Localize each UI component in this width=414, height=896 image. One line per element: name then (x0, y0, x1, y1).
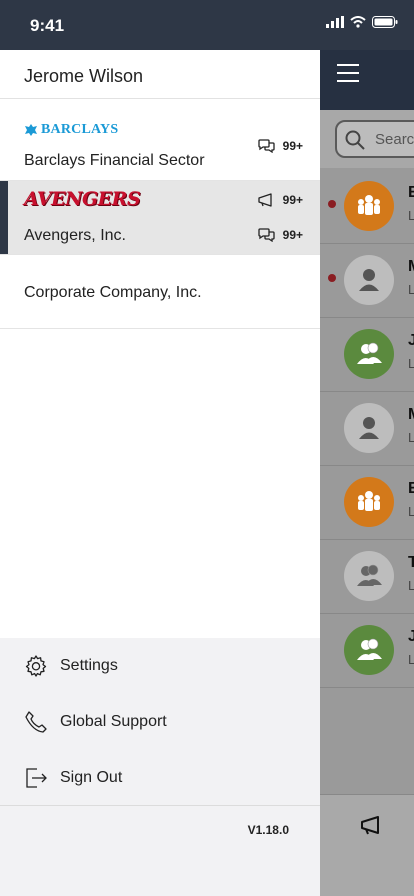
conversation-title: J (408, 628, 414, 645)
hamburger-menu-icon[interactable] (337, 64, 359, 84)
global-support-label: Global Support (60, 713, 167, 730)
pair-icon (344, 551, 394, 601)
app-footer (320, 794, 414, 896)
settings-button[interactable]: Settings (0, 638, 320, 694)
pair-icon (344, 625, 394, 675)
chat-count: 99+ (282, 139, 303, 153)
announcement-count-badge: 99+ (257, 193, 303, 207)
conversation-preview: L (408, 282, 414, 297)
conversation-row[interactable]: EL (320, 466, 414, 540)
conversation-row[interactable]: JL (320, 318, 414, 392)
status-time: 9:41 (30, 16, 65, 35)
company-name: Corporate Company, Inc. (24, 284, 202, 301)
drawer-user-name: Jerome Wilson (0, 50, 320, 99)
person-icon (344, 403, 394, 453)
sign-out-label: Sign Out (60, 769, 123, 786)
chat-bubbles-icon (257, 228, 275, 242)
search-area: Search (320, 110, 414, 168)
conversation-preview: L (408, 504, 414, 519)
divider (0, 805, 320, 806)
conversation-title: E (408, 480, 414, 497)
company-item-corporate[interactable]: Corporate Company, Inc. (0, 255, 320, 329)
search-placeholder: Search (375, 131, 414, 148)
group-icon (344, 477, 394, 527)
conversation-title: M (408, 258, 414, 276)
megaphone-icon[interactable] (360, 815, 386, 835)
conversation-title: M (408, 406, 414, 424)
barclays-logo: BARCLAYS (24, 122, 118, 138)
eagle-icon (25, 124, 37, 136)
global-support-button[interactable]: Global Support (0, 694, 320, 750)
conversation-preview: L (408, 430, 414, 445)
conversation-title: J (408, 332, 414, 349)
status-icons (326, 16, 398, 28)
barclays-logo-text: BARCLAYS (41, 122, 119, 137)
conversation-row[interactable]: EL (320, 170, 414, 244)
app-version: V1.18.0 (247, 823, 289, 837)
navigation-drawer: Jerome Wilson BARCLAYS 99+ Barclays Fina… (0, 50, 320, 896)
gear-icon (24, 654, 48, 678)
wifi-icon (350, 16, 366, 28)
search-icon (345, 130, 365, 150)
conversation-title: E (408, 184, 414, 201)
conversation-list: ELMLJLMLELTLJL (320, 170, 414, 688)
avengers-logo: AVENGERS (24, 188, 141, 210)
company-item-avengers[interactable]: AVENGERS 99+ 99+ Avengers, Inc. (0, 181, 320, 255)
active-indicator (0, 181, 8, 254)
status-bar: 9:41 (0, 0, 414, 50)
chat-bubbles-icon (257, 139, 275, 153)
chat-count-badge: 99+ (257, 228, 303, 242)
conversation-preview: L (408, 652, 414, 667)
chat-count: 99+ (282, 228, 303, 242)
conversation-preview: L (408, 208, 414, 223)
unread-dot (328, 274, 336, 282)
sign-out-icon (24, 766, 48, 790)
chat-count-badge: 99+ (257, 139, 303, 153)
settings-label: Settings (60, 657, 118, 674)
group-icon (344, 181, 394, 231)
conversation-row[interactable]: TL (320, 540, 414, 614)
company-name: Barclays Financial Sector (24, 152, 205, 169)
person-icon (344, 255, 394, 305)
company-name: Avengers, Inc. (24, 227, 126, 244)
conversation-row[interactable]: ML (320, 244, 414, 318)
conversation-preview: L (408, 578, 414, 593)
sign-out-button[interactable]: Sign Out (0, 750, 320, 806)
phone-icon (24, 710, 48, 734)
pair-icon (344, 329, 394, 379)
conversation-title: T (408, 554, 414, 571)
battery-icon (372, 16, 398, 28)
announcement-count: 99+ (282, 193, 303, 207)
conversation-row[interactable]: JL (320, 614, 414, 688)
app-header (320, 50, 414, 110)
drawer-bottom-menu: Settings Global Support Sign Out V1.18.0 (0, 638, 320, 896)
conversation-preview: L (408, 356, 414, 371)
megaphone-icon (257, 193, 272, 207)
signal-icon (326, 16, 344, 28)
unread-dot (328, 200, 336, 208)
conversation-row[interactable]: ML (320, 392, 414, 466)
search-input[interactable]: Search (335, 120, 414, 158)
conversation-screen-dimmed: Search ELMLJLMLELTLJL (320, 50, 414, 896)
company-item-barclays[interactable]: BARCLAYS 99+ Barclays Financial Sector (0, 105, 320, 181)
